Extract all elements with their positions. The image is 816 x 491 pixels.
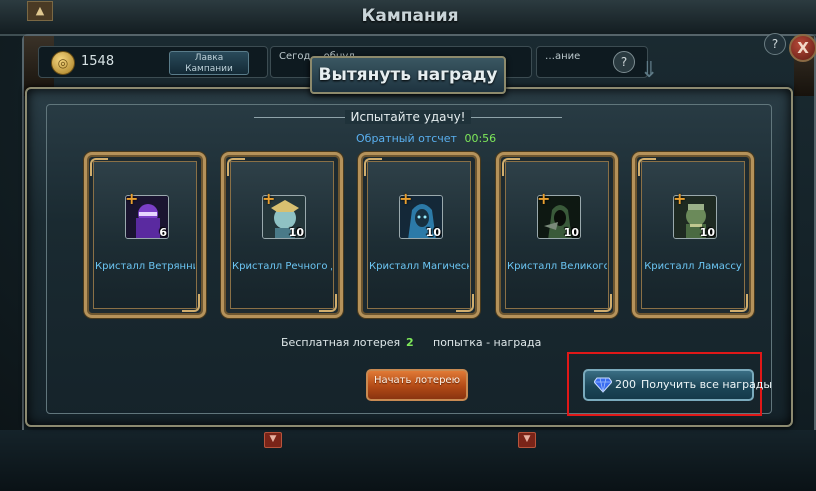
countdown-label: Обратный отсчет (356, 132, 457, 145)
campaign-coin-icon: ◎ (51, 51, 75, 75)
card-name: Кристалл Ламассу (644, 261, 742, 272)
dialog-title: Вытянуть награду (318, 65, 498, 85)
reward-card[interactable]: + 10 Кристалл Магическ (358, 152, 480, 318)
reward-card[interactable]: + 10 Кристалл Речного д (221, 152, 343, 318)
plus-icon: + (262, 189, 276, 208)
plus-icon: + (673, 189, 687, 208)
card-name: Кристалл Магическ (369, 261, 469, 272)
subtitle-row: Испытайте удачу! (254, 108, 562, 126)
close-icon[interactable]: X (789, 34, 816, 62)
plus-icon: + (125, 189, 139, 208)
get-all-rewards-button[interactable]: 200 Получить все награды (583, 369, 772, 401)
free-lottery-count: 2 (406, 336, 414, 349)
campaign-coin-box: ◎ 1548 Лавка Кампании (38, 46, 268, 78)
chevron-down-icon[interactable]: ▼ (264, 432, 282, 448)
campaign-shop-button[interactable]: Лавка Кампании (169, 51, 249, 75)
help-icon[interactable]: ? (613, 51, 635, 73)
free-lottery-label: Бесплатная лотерея (281, 336, 401, 349)
card-name: Кристалл Ветрянни (95, 261, 195, 272)
plus-icon: + (537, 189, 551, 208)
card-count: 10 (563, 226, 579, 239)
subtitle: Испытайте удачу! (254, 108, 562, 126)
scroll-up-icon[interactable]: ▲ (27, 1, 53, 21)
card-count: 6 (159, 226, 167, 239)
diamond-icon (594, 377, 612, 393)
info-box: …ание ? (536, 46, 648, 78)
campaign-map-strip (0, 430, 816, 491)
start-lottery-button[interactable]: Начать лотерею (366, 369, 468, 401)
down-arrow-icon: ⇓ (640, 58, 659, 83)
plus-icon: + (399, 189, 413, 208)
card-name: Кристалл Великого (507, 261, 607, 272)
get-all-price: 200 (615, 378, 636, 391)
card-count: 10 (699, 226, 715, 239)
window-help-icon[interactable]: ? (764, 33, 786, 55)
reward-card[interactable]: + 10 Кристалл Ламассу (632, 152, 754, 318)
chevron-down-icon[interactable]: ▼ (518, 432, 536, 448)
reward-card[interactable]: + 6 Кристалл Ветрянни (84, 152, 206, 318)
get-all-label: Получить все награды (641, 378, 773, 391)
free-lottery-suffix: попытка - награда (433, 336, 542, 349)
campaign-title-bar: ▲ Кампания (0, 0, 816, 36)
countdown: Обратный отсчет 00:56 (356, 132, 496, 145)
countdown-value: 00:56 (464, 132, 497, 145)
card-count: 10 (288, 226, 304, 239)
coin-balance: 1548 (81, 54, 115, 69)
card-name: Кристалл Речного д (232, 261, 332, 272)
info-text: …ание (545, 51, 581, 62)
campaign-window-title: Кампания (361, 6, 459, 26)
dialog-title-plate: Вытянуть награду (310, 56, 506, 94)
reward-card[interactable]: + 10 Кристалл Великого (496, 152, 618, 318)
subtitle-text: Испытайте удачу! (344, 110, 472, 124)
card-count: 10 (425, 226, 441, 239)
